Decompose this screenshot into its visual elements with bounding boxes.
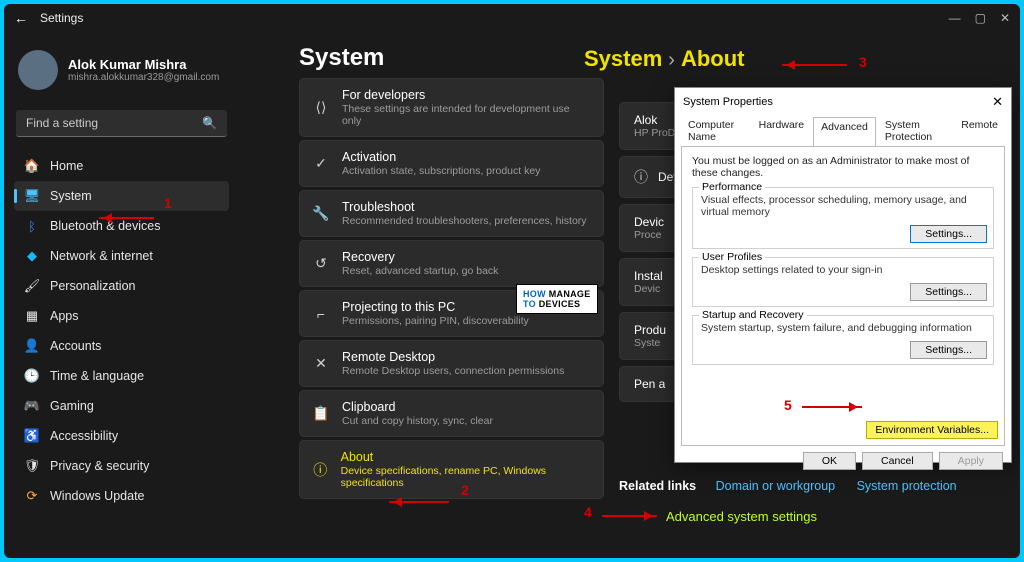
sidebar-item-bluetooth[interactable]: ᛒBluetooth & devices [14, 211, 229, 241]
cancel-button[interactable]: Cancel [862, 452, 933, 470]
annotation-4: 4 [584, 504, 592, 520]
performance-settings-button[interactable]: Settings... [910, 225, 987, 243]
annotation-2: 2 [461, 482, 469, 498]
related-links: Related links Domain or workgroup System… [619, 479, 975, 493]
sidebar-item-privacy[interactable]: 🛡Privacy & security [14, 451, 229, 481]
link-advanced-settings[interactable]: Advanced system settings [666, 509, 817, 524]
user-email: mishra.alokkumar328@gmail.com [68, 72, 219, 83]
clipboard-icon: 📋 [312, 405, 330, 423]
group-performance: Performance Visual effects, processor sc… [692, 187, 994, 249]
wrench-icon: 🔧 [312, 205, 330, 223]
info-icon: ⓘ [312, 461, 329, 479]
shield-icon: 🛡 [24, 458, 40, 474]
update-icon: ⟳ [24, 488, 40, 504]
remote-icon: ✕ [312, 355, 330, 373]
recovery-icon: ↺ [312, 255, 330, 273]
sidebar-item-update[interactable]: ⟳Windows Update [14, 481, 229, 511]
card-troubleshoot[interactable]: 🔧TroubleshootRecommended troubleshooters… [299, 190, 604, 237]
search-icon: 🔍 [202, 116, 217, 130]
tab-protection[interactable]: System Protection [878, 116, 952, 146]
environment-variables-button[interactable]: Environment Variables... [866, 421, 998, 439]
sidebar-item-time[interactable]: 🕒Time & language [14, 361, 229, 391]
search-placeholder: Find a setting [26, 116, 98, 130]
admin-note: You must be logged on as an Administrato… [692, 155, 994, 179]
network-icon: ◆ [24, 248, 40, 264]
home-icon: 🏠 [24, 158, 40, 174]
breadcrumb: System›About [584, 46, 744, 72]
sidebar-item-system[interactable]: 🖥System [14, 181, 229, 211]
activation-icon: ✓ [312, 155, 330, 173]
startup-settings-button[interactable]: Settings... [910, 341, 987, 359]
bluetooth-icon: ᛒ [24, 218, 40, 234]
brush-icon: 🖌 [24, 278, 40, 294]
projecting-icon: ⌐ [312, 305, 330, 323]
annotation-3: 3 [859, 54, 867, 70]
card-recovery[interactable]: ↺RecoveryReset, advanced startup, go bac… [299, 240, 604, 287]
avatar [18, 50, 58, 90]
annotation-5: 5 [784, 397, 792, 413]
gaming-icon: 🎮 [24, 398, 40, 414]
system-icon: 🖥 [24, 188, 40, 204]
arrow-1 [99, 217, 154, 219]
tab-advanced[interactable]: Advanced [813, 117, 876, 147]
arrow-5 [802, 406, 862, 408]
group-startup: Startup and Recovery System startup, sys… [692, 315, 994, 365]
tab-hardware[interactable]: Hardware [752, 116, 812, 146]
tab-computer-name[interactable]: Computer Name [681, 116, 750, 146]
user-name: Alok Kumar Mishra [68, 57, 219, 72]
card-clipboard[interactable]: 📋ClipboardCut and copy history, sync, cl… [299, 390, 604, 437]
back-arrow-icon[interactable]: ← [14, 10, 28, 26]
tab-remote[interactable]: Remote [954, 116, 1005, 146]
arrow-4 [602, 515, 657, 517]
dev-icon: ⟨⟩ [312, 99, 330, 117]
search-input[interactable]: Find a setting 🔍 [16, 110, 227, 137]
card-about[interactable]: ⓘAboutDevice specifications, rename PC, … [299, 440, 604, 499]
user-block[interactable]: Alok Kumar Mishra mishra.alokkumar328@gm… [14, 42, 229, 98]
sidebar-item-accounts[interactable]: 👤Accounts [14, 331, 229, 361]
profiles-settings-button[interactable]: Settings... [910, 283, 987, 301]
watermark: HOW MANAGE TO DEVICES [516, 284, 598, 314]
link-domain[interactable]: Domain or workgroup [716, 479, 836, 493]
info-icon: ⓘ [634, 167, 648, 187]
accessibility-icon: ♿ [24, 428, 40, 444]
card-remote[interactable]: ✕Remote DesktopRemote Desktop users, con… [299, 340, 604, 387]
card-activation[interactable]: ✓ActivationActivation state, subscriptio… [299, 140, 604, 187]
close-icon[interactable]: ✕ [1000, 11, 1010, 25]
sidebar-item-home[interactable]: 🏠Home [14, 151, 229, 181]
maximize-icon[interactable]: ▢ [975, 11, 986, 25]
group-user-profiles: User Profiles Desktop settings related t… [692, 257, 994, 307]
apps-icon: ▦ [24, 308, 40, 324]
sidebar-item-apps[interactable]: ▦Apps [14, 301, 229, 331]
annotation-1: 1 [164, 195, 172, 211]
sidebar-item-network[interactable]: ◆Network & internet [14, 241, 229, 271]
card-developers[interactable]: ⟨⟩For developersThese settings are inten… [299, 78, 604, 137]
dialog-title: System Properties [683, 96, 773, 108]
dialog-close-icon[interactable]: ✕ [992, 94, 1003, 110]
accounts-icon: 👤 [24, 338, 40, 354]
arrow-3 [782, 64, 847, 66]
sidebar-item-gaming[interactable]: 🎮Gaming [14, 391, 229, 421]
clock-icon: 🕒 [24, 368, 40, 384]
sidebar-item-accessibility[interactable]: ♿Accessibility [14, 421, 229, 451]
link-protection[interactable]: System protection [857, 479, 957, 493]
arrow-2 [389, 501, 449, 503]
window-title: Settings [40, 11, 83, 25]
minimize-icon[interactable]: — [949, 11, 961, 25]
ok-button[interactable]: OK [803, 452, 856, 470]
sidebar-item-personalization[interactable]: 🖌Personalization [14, 271, 229, 301]
apply-button[interactable]: Apply [939, 452, 1003, 470]
